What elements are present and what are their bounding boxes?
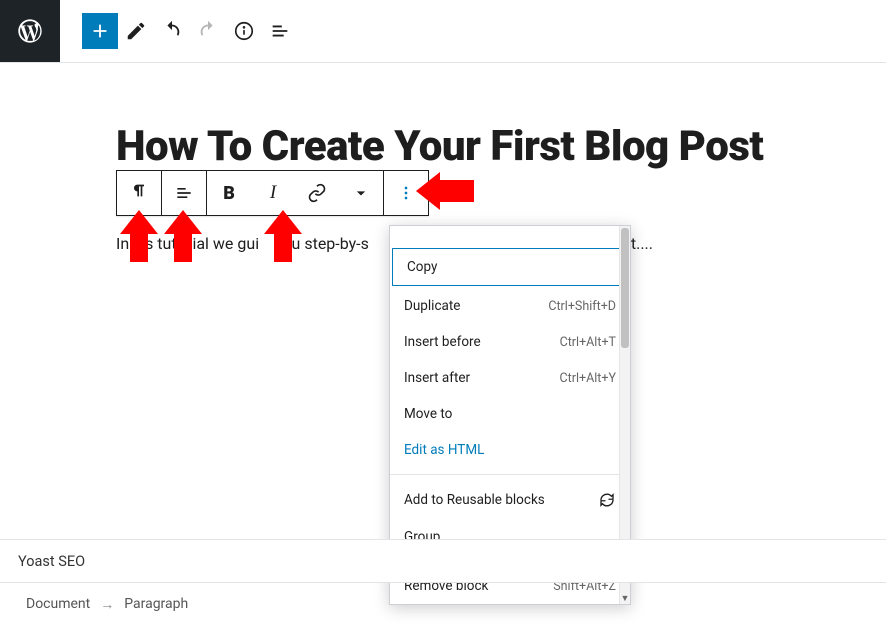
italic-button[interactable]: I (251, 171, 295, 215)
outline-icon (269, 20, 291, 42)
wordpress-icon (16, 17, 44, 45)
redo-button (190, 13, 226, 49)
undo-icon (161, 20, 183, 42)
more-vertical-icon (396, 183, 416, 203)
menu-divider (390, 474, 630, 475)
menu-item-copy[interactable]: Copy (392, 248, 628, 286)
redo-icon (197, 20, 219, 42)
info-icon (233, 20, 255, 42)
outline-button[interactable] (262, 13, 298, 49)
refresh-icon (598, 491, 616, 509)
info-button[interactable] (226, 13, 262, 49)
block-type-button[interactable] (117, 171, 162, 215)
add-block-button[interactable] (82, 13, 118, 49)
menu-item-insert-after[interactable]: Insert after Ctrl+Alt+Y (390, 360, 630, 396)
editor-top-toolbar (0, 0, 886, 63)
wordpress-logo[interactable] (0, 0, 60, 62)
pilcrow-icon (129, 183, 149, 203)
bold-button[interactable]: B (207, 171, 251, 215)
menu-item-edit-html[interactable]: Edit as HTML (390, 432, 630, 468)
align-icon (174, 183, 194, 203)
more-format-button[interactable] (339, 171, 384, 215)
menu-item-move-to[interactable]: Move to (390, 396, 630, 432)
yoast-panel[interactable]: Yoast SEO (0, 539, 886, 583)
plus-icon (89, 20, 111, 42)
breadcrumb-separator: → (100, 596, 114, 613)
scroll-thumb[interactable] (621, 228, 629, 348)
breadcrumb-item[interactable]: Document (26, 596, 90, 612)
edit-mode-button[interactable] (118, 13, 154, 49)
bold-icon: B (223, 183, 235, 204)
link-icon (307, 183, 327, 203)
menu-item-reusable[interactable]: Add to Reusable blocks (390, 481, 630, 519)
post-title[interactable]: How To Create Your First Blog Post (116, 122, 763, 171)
menu-item-cutoff[interactable]: Show more settings Ctrl+Shift+, (390, 226, 630, 246)
menu-item-duplicate[interactable]: Duplicate Ctrl+Shift+D (390, 288, 630, 324)
align-button[interactable] (162, 171, 207, 215)
link-button[interactable] (295, 171, 339, 215)
chevron-down-icon (351, 183, 371, 203)
undo-button[interactable] (154, 13, 190, 49)
block-breadcrumb: Document → Paragraph (0, 583, 886, 625)
italic-icon: I (270, 182, 276, 204)
breadcrumb-item[interactable]: Paragraph (124, 596, 188, 612)
menu-item-insert-before[interactable]: Insert before Ctrl+Alt+T (390, 324, 630, 360)
pencil-icon (125, 20, 147, 42)
